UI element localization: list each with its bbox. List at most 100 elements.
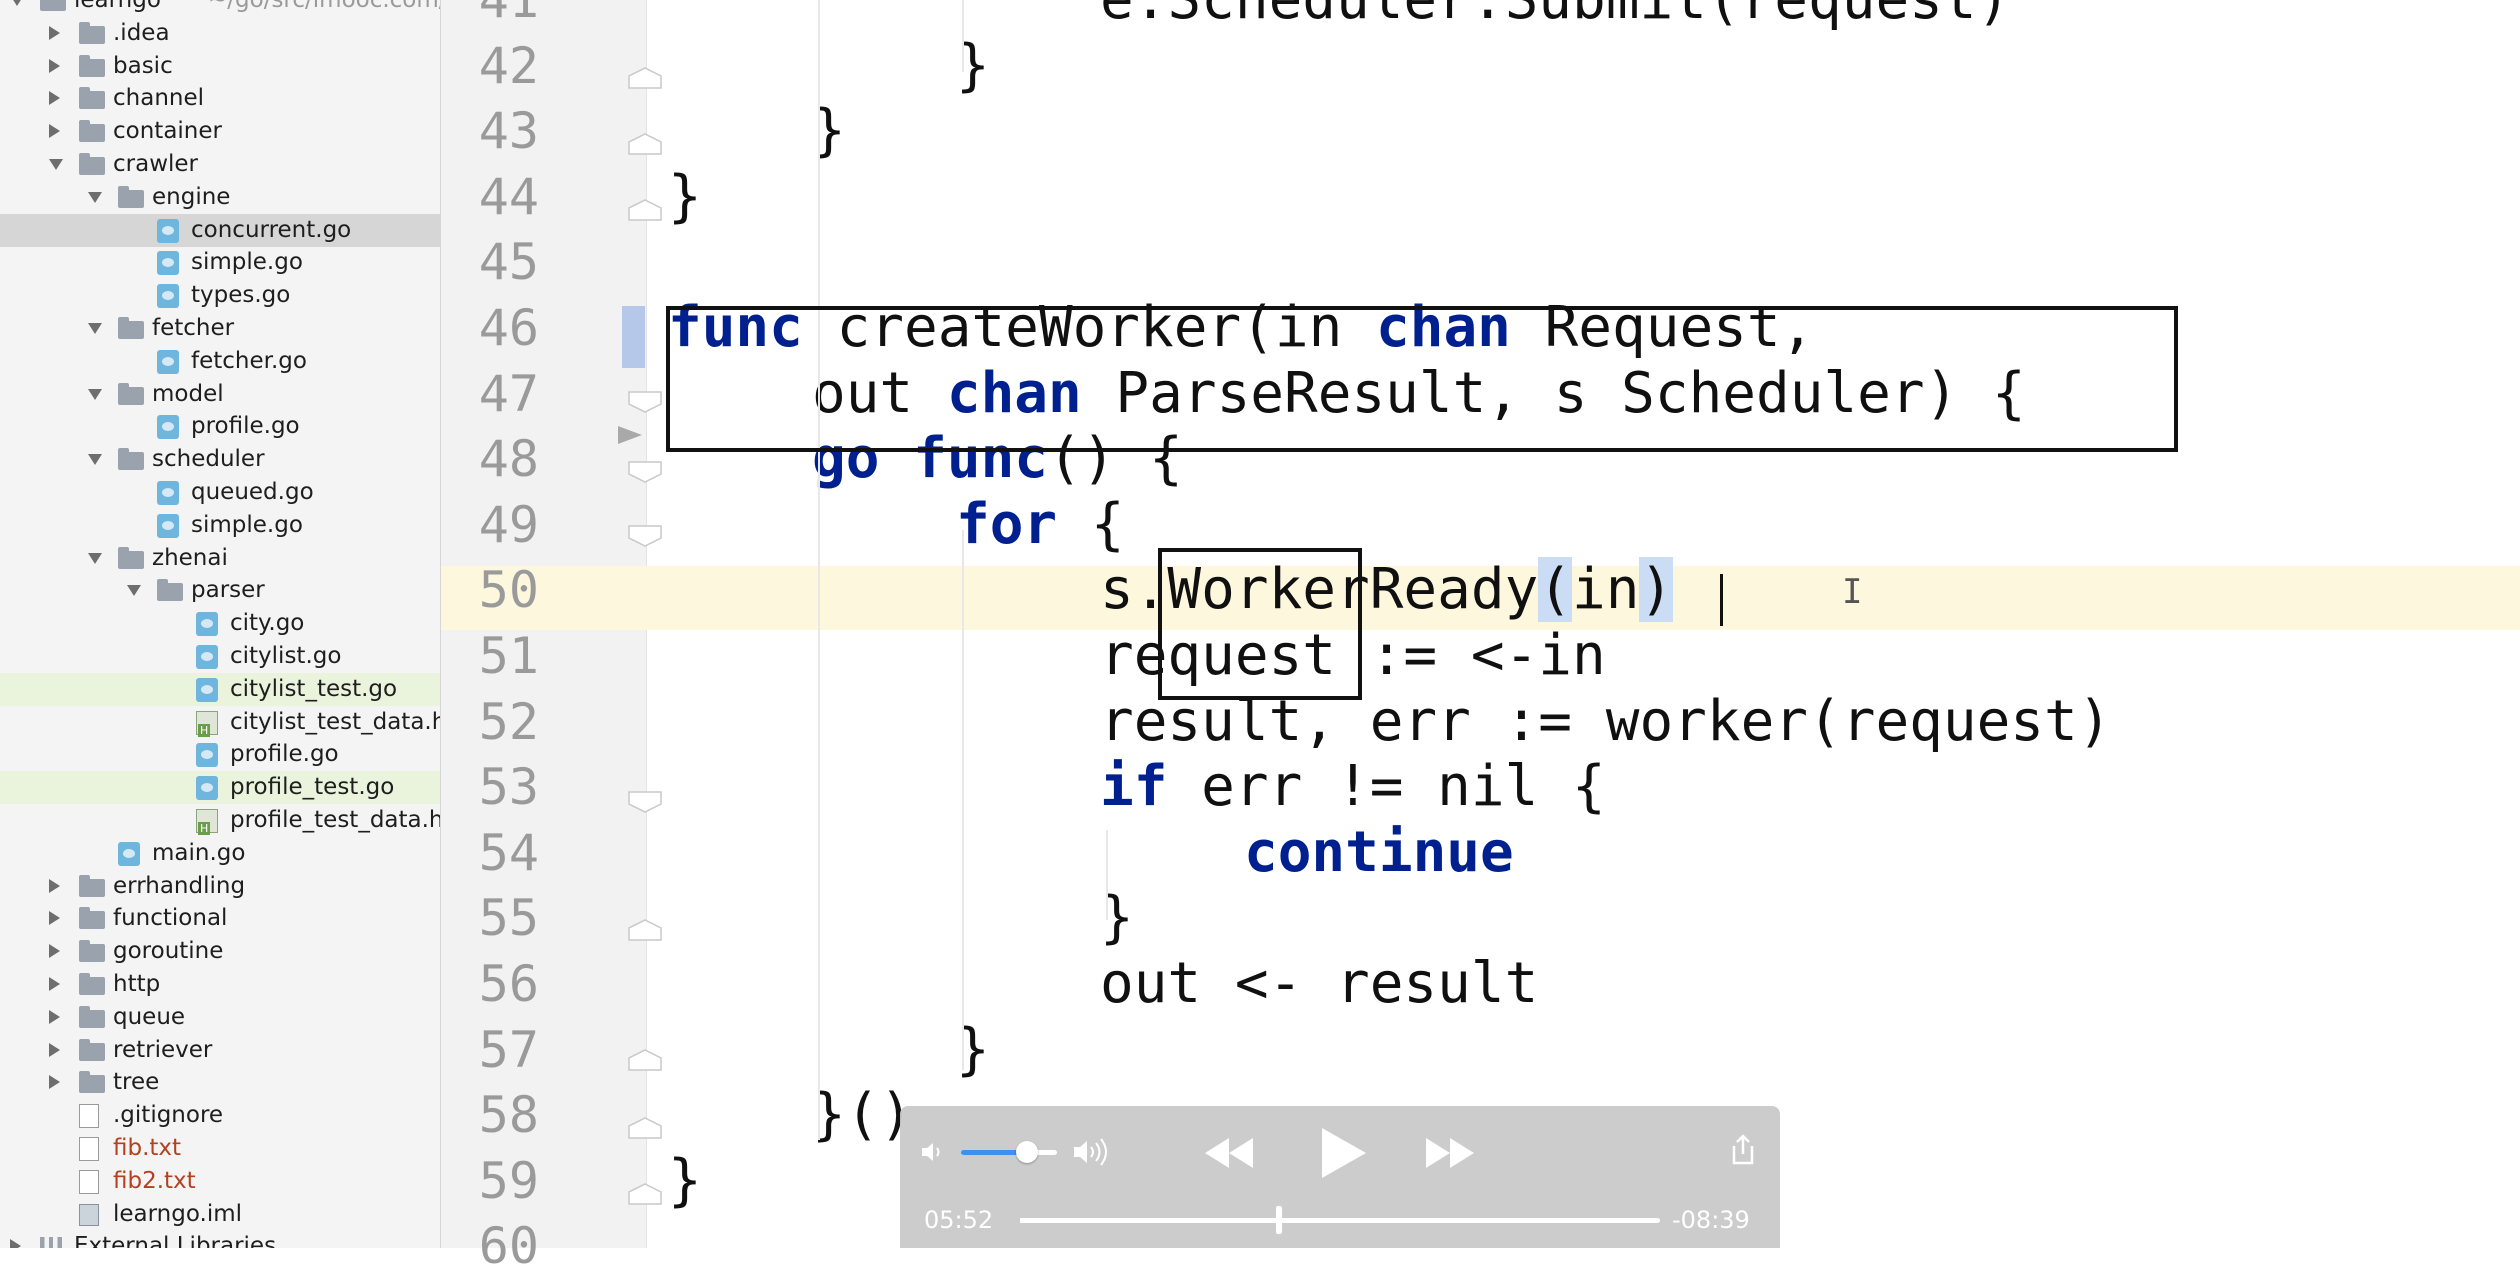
keyword-token: if <box>1100 754 1168 820</box>
expand-arrow-icon[interactable] <box>88 388 102 400</box>
collapse-arrow-icon[interactable] <box>49 1042 60 1057</box>
tree-folder[interactable]: model <box>0 378 440 411</box>
seek-bar[interactable] <box>1020 1206 1660 1234</box>
tree-folder[interactable]: goroutine <box>0 935 440 968</box>
tree-folder[interactable]: functional <box>0 902 440 935</box>
tree-file[interactable]: queued.go <box>0 476 440 509</box>
collapse-arrow-icon[interactable] <box>49 25 60 40</box>
fold-start-icon[interactable] <box>628 460 662 484</box>
tree-file[interactable]: citylist_test.go <box>0 672 440 706</box>
tree-folder[interactable]: .idea <box>0 17 440 50</box>
tree-file[interactable]: learngo.iml <box>0 1198 440 1231</box>
expand-arrow-icon[interactable] <box>88 191 102 203</box>
volume-slider[interactable] <box>961 1141 1057 1163</box>
tree-file[interactable]: fetcher.go <box>0 345 440 378</box>
tree-folder[interactable]: queue <box>0 1001 440 1034</box>
tree-folder[interactable]: crawler <box>0 148 440 181</box>
collapse-arrow-icon[interactable] <box>49 1075 60 1090</box>
tree-folder[interactable]: tree <box>0 1066 440 1099</box>
tree-folder[interactable]: retriever <box>0 1034 440 1067</box>
tree-file[interactable]: concurrent.go <box>0 213 440 247</box>
fold-end-icon[interactable] <box>628 1048 662 1072</box>
go-file-icon <box>157 415 179 440</box>
tree-item-label: profile.go <box>230 741 339 768</box>
tree-folder[interactable]: learngo ~/go/src/imooc.com/c <box>0 0 440 17</box>
expand-arrow-icon[interactable] <box>49 159 63 170</box>
tree-folder[interactable]: engine <box>0 181 440 214</box>
code-line[interactable]: if err != nil { <box>1100 754 1606 820</box>
fold-end-icon[interactable] <box>628 66 662 90</box>
share-icon[interactable] <box>1730 1134 1756 1170</box>
expand-arrow-icon[interactable] <box>88 552 102 564</box>
collapse-arrow-icon[interactable] <box>10 1239 21 1248</box>
vcs-change-marker[interactable] <box>622 306 645 368</box>
line-number: 48 <box>478 430 539 489</box>
expand-arrow-icon[interactable] <box>10 0 24 6</box>
tree-file[interactable]: citylist.go <box>0 640 440 673</box>
code-line[interactable]: } <box>668 164 702 230</box>
collapse-arrow-icon[interactable] <box>49 878 60 893</box>
code-line[interactable]: out <- result <box>1100 951 1538 1017</box>
fold-start-icon[interactable] <box>628 524 662 548</box>
collapse-arrow-icon[interactable] <box>49 911 60 926</box>
tree-file[interactable]: profile_test.go <box>0 771 440 805</box>
tree-folder[interactable]: basic <box>0 50 440 83</box>
tree-file[interactable]: city.go <box>0 607 440 640</box>
rewind-icon[interactable] <box>1203 1136 1255 1174</box>
tree-file[interactable]: simple.go <box>0 246 440 279</box>
collapse-arrow-icon[interactable] <box>49 977 60 991</box>
tree-file[interactable]: types.go <box>0 279 440 312</box>
code-line[interactable]: for { <box>956 492 1125 558</box>
collapse-arrow-icon[interactable] <box>49 58 60 73</box>
seek-knob[interactable] <box>1275 1206 1282 1234</box>
collapse-arrow-icon[interactable] <box>49 124 60 139</box>
tree-folder[interactable]: errhandling <box>0 870 440 903</box>
fold-end-icon[interactable] <box>628 918 662 942</box>
fold-start-icon[interactable] <box>628 390 662 414</box>
code-line[interactable]: e.Scheduler.Submit(request) <box>1100 0 2010 33</box>
tree-folder[interactable]: parser <box>0 574 440 607</box>
fast-forward-icon[interactable] <box>1424 1136 1476 1174</box>
fold-end-icon[interactable] <box>628 132 662 156</box>
annotation-box-worker <box>1158 548 1362 700</box>
tree-folder[interactable]: zhenai <box>0 542 440 575</box>
collapse-arrow-icon[interactable] <box>49 944 60 959</box>
code-line[interactable]: continue <box>1244 820 1514 886</box>
go-file-icon <box>157 218 179 243</box>
expand-arrow-icon[interactable] <box>88 323 102 334</box>
volume-knob[interactable] <box>1016 1141 1039 1163</box>
tree-folder[interactable]: http <box>0 968 440 1001</box>
module-file-icon <box>79 1203 99 1226</box>
fold-start-icon[interactable] <box>628 790 662 814</box>
folder-icon <box>118 185 144 208</box>
tree-file[interactable]: profile_test_data.html <box>0 804 440 837</box>
tree-item-label: fetcher.go <box>191 347 307 374</box>
tree-file[interactable]: profile.go <box>0 410 440 443</box>
play-icon[interactable] <box>1318 1126 1368 1184</box>
tree-file[interactable]: profile.go <box>0 738 440 771</box>
folder-icon <box>118 317 144 339</box>
tree-file[interactable]: citylist_test_data.html <box>0 706 440 739</box>
code-line[interactable]: }() <box>812 1082 913 1148</box>
tree-item-label: scheduler <box>152 446 265 473</box>
expand-arrow-icon[interactable] <box>127 585 141 597</box>
volume-high-icon[interactable] <box>1072 1138 1112 1170</box>
fold-end-icon[interactable] <box>628 198 662 222</box>
volume-low-icon[interactable] <box>920 1140 946 1168</box>
tree-file[interactable]: fib2.txt <box>0 1165 440 1198</box>
expand-arrow-icon[interactable] <box>88 454 102 466</box>
tree-file[interactable]: main.go <box>0 837 440 870</box>
tree-file[interactable]: fib.txt <box>0 1132 440 1165</box>
collapse-arrow-icon[interactable] <box>49 1009 60 1024</box>
code-line[interactable]: } <box>668 1148 702 1214</box>
tree-file[interactable]: .gitignore <box>0 1099 440 1132</box>
tree-folder[interactable]: fetcher <box>0 312 440 345</box>
tree-folder[interactable]: scheduler <box>0 443 440 476</box>
fold-end-icon[interactable] <box>628 1182 662 1206</box>
tree-folder[interactable]: channel <box>0 82 440 115</box>
tree-folder[interactable]: External Libraries <box>0 1230 440 1248</box>
fold-end-icon[interactable] <box>628 1116 662 1140</box>
collapse-arrow-icon[interactable] <box>49 91 60 106</box>
tree-folder[interactable]: container <box>0 115 440 148</box>
tree-file[interactable]: simple.go <box>0 509 440 542</box>
